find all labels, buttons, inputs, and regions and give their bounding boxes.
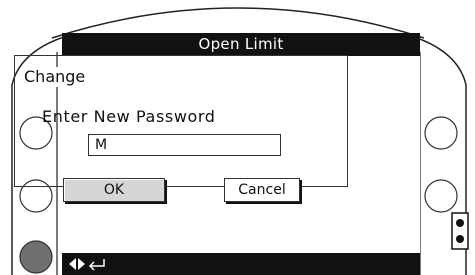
title-bar: Open Limit	[62, 33, 420, 56]
password-prompt: Enter New Password	[42, 107, 216, 126]
group-label: Change	[22, 67, 88, 87]
left-button-bottom-active[interactable]	[18, 239, 54, 275]
enter-return-icon	[88, 259, 105, 271]
password-input[interactable]: M	[88, 134, 281, 156]
right-button-top[interactable]	[423, 115, 459, 151]
right-button-middle[interactable]	[423, 178, 459, 214]
navigation-icons	[69, 258, 105, 271]
status-indicator	[451, 212, 469, 250]
ok-button[interactable]: OK	[63, 178, 165, 202]
footer-bar	[62, 253, 420, 275]
cancel-button[interactable]: Cancel	[224, 178, 300, 202]
screen-title: Open Limit	[198, 35, 284, 53]
left-right-arrows-icon	[69, 258, 85, 270]
